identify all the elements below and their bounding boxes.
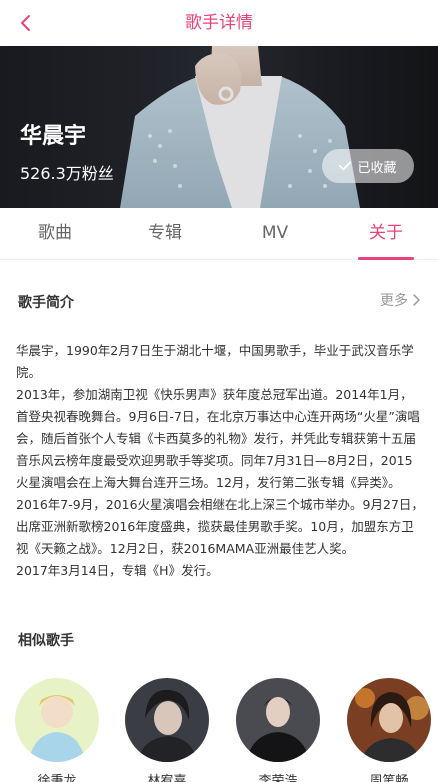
similar-title: 相似歌手 [18,633,74,649]
intro-title: 歌手简介 [18,295,74,311]
singer-name: 华晨宇 [20,124,87,149]
top-nav-bar: 歌手详情 [0,0,438,46]
page-title: 歌手详情 [185,13,253,33]
tab-mv[interactable]: MV [236,208,314,260]
intro-paragraph: 2013年，参加湖南卫视《快乐男声》获年度总冠军出道。2014年1月，首登央视春… [16,387,420,490]
tab-label: MV [261,223,289,243]
active-tab-indicator [358,257,414,260]
tab-albums[interactable]: 专辑 [126,208,204,260]
check-icon [339,161,352,171]
more-label: 更多 [380,293,408,309]
tab-label: 专辑 [148,223,182,243]
singer-banner: 华晨宇 526.3万粉丝 已收藏 [0,46,438,208]
tab-bar: 歌曲 专辑 MV 关于 [0,208,438,260]
tab-songs[interactable]: 歌曲 [16,208,94,260]
similar-singer-name: 林宥嘉 [147,774,187,782]
intro-text: 华晨宇，1990年2月7日生于湖北十堰，中国男歌手，毕业于武汉音乐学院。 201… [16,340,424,582]
similar-singer-name: 李荣浩 [258,774,298,782]
tab-label: 歌曲 [38,223,72,243]
avatar [125,678,209,762]
intro-paragraph: 2017年3月14日，专辑《H》发行。 [16,563,219,578]
intro-paragraph: 华晨宇，1990年2月7日生于湖北十堰，中国男歌手，毕业于武汉音乐学院。 [16,343,414,380]
similar-singer-item[interactable]: 林宥嘉 [122,678,212,782]
similar-singer-item[interactable]: 李荣浩 [233,678,323,782]
avatar [347,678,431,762]
avatar [15,678,99,762]
similar-singer-name: 周笔畅 [369,774,409,782]
similar-singer-name: 徐秉龙 [37,774,77,782]
similar-singer-item[interactable]: 周笔畅 [344,678,434,782]
more-link[interactable]: 更多 [380,290,420,310]
avatar [236,678,320,762]
similar-singer-item[interactable]: 徐秉龙 [12,678,102,782]
tab-about[interactable]: 关于 [358,208,414,260]
collect-label: 已收藏 [357,160,397,176]
fans-count: 526.3万粉丝 [20,164,114,183]
similar-singers-list: 徐秉龙 林宥嘉 李荣浩 周笔畅 [12,678,438,782]
tab-label: 关于 [369,223,403,243]
chevron-right-icon [413,294,420,306]
intro-paragraph: 2016年7-9月，2016火星演唱会相继在北上深三个城市举办。9月27日，出席… [16,497,424,556]
collect-button[interactable]: 已收藏 [322,149,414,183]
